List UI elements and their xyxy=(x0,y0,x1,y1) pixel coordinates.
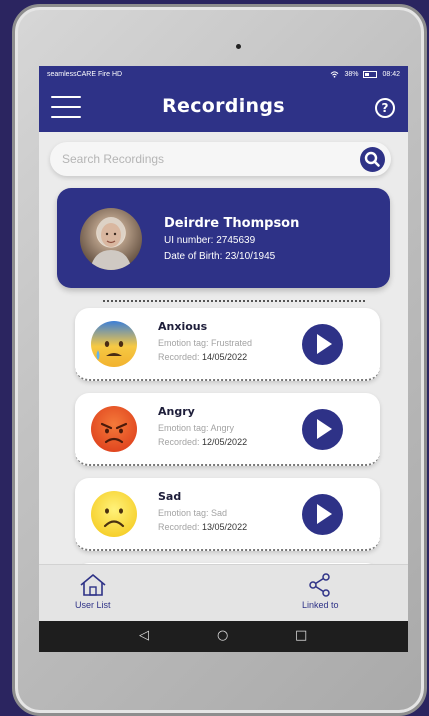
camera-dot xyxy=(236,44,241,49)
anxious-face-icon xyxy=(91,321,137,367)
angry-face-icon xyxy=(91,406,137,452)
help-circle-icon[interactable]: ? xyxy=(375,98,395,118)
play-button[interactable] xyxy=(302,409,343,450)
recording-title: Angry xyxy=(158,405,195,418)
bottom-navigation: User List Linked to xyxy=(39,564,408,621)
recents-icon[interactable]: □ xyxy=(295,628,307,643)
patient-profile-card[interactable]: Deirdre Thompson UI number: 2745639 Date… xyxy=(57,188,390,288)
play-button[interactable] xyxy=(302,494,343,535)
play-button[interactable] xyxy=(302,324,343,365)
carrier-label: seamlessCARE Fire HD xyxy=(47,71,123,78)
search-input[interactable] xyxy=(62,150,342,168)
page-title: Recordings xyxy=(162,95,285,117)
share-icon xyxy=(309,573,331,597)
home-circle-icon[interactable]: ○ xyxy=(217,628,228,643)
search-button[interactable] xyxy=(360,147,385,172)
search-icon xyxy=(364,151,380,167)
home-icon xyxy=(80,574,106,596)
avatar xyxy=(80,208,142,270)
recorded-date: Recorded: 14/05/2022 xyxy=(158,352,248,362)
clock: 08:42 xyxy=(382,71,400,78)
search-bar xyxy=(50,142,391,176)
patient-name: Deirdre Thompson xyxy=(164,216,300,231)
system-navigation-bar: ◁ ○ □ xyxy=(39,621,408,652)
battery-percent: 38% xyxy=(344,71,359,78)
nav-user-list[interactable]: User List xyxy=(75,573,111,610)
emotion-tag: Emotion tag: Angry xyxy=(158,423,235,433)
nav-linked-to[interactable]: Linked to xyxy=(302,573,339,610)
recording-card-angry[interactable]: Angry Emotion tag: Angry Recorded: 12/05… xyxy=(75,393,380,466)
recording-title: Sad xyxy=(158,490,182,503)
emotion-tag: Emotion tag: Sad xyxy=(158,508,228,518)
app-header: Recordings ? xyxy=(39,83,408,132)
nav-linked-to-label: Linked to xyxy=(302,600,339,610)
sad-face-icon xyxy=(91,491,137,537)
recording-card-anxious[interactable]: Anxious Emotion tag: Frustrated Recorded… xyxy=(75,308,380,381)
wifi-icon xyxy=(331,71,339,78)
patient-dob: Date of Birth: 23/10/1945 xyxy=(164,251,276,262)
battery-icon xyxy=(363,71,378,78)
nav-user-list-label: User List xyxy=(75,600,111,610)
recorded-date: Recorded: 13/05/2022 xyxy=(158,522,248,532)
back-icon[interactable]: ◁ xyxy=(139,628,149,643)
emotion-tag: Emotion tag: Frustrated xyxy=(158,338,253,348)
recording-title: Anxious xyxy=(158,320,208,333)
recordings-list[interactable]: Anxious Emotion tag: Frustrated Recorded… xyxy=(39,298,408,564)
patient-ui-number: UI number: 2745639 xyxy=(164,235,256,246)
status-bar: seamlessCARE Fire HD 38% 08:42 xyxy=(39,66,408,83)
recorded-date: Recorded: 12/05/2022 xyxy=(158,437,248,447)
app-screen: seamlessCARE Fire HD 38% 08:42 Recording… xyxy=(39,66,408,652)
recording-card-sad[interactable]: Sad Emotion tag: Sad Recorded: 13/05/202… xyxy=(75,478,380,551)
